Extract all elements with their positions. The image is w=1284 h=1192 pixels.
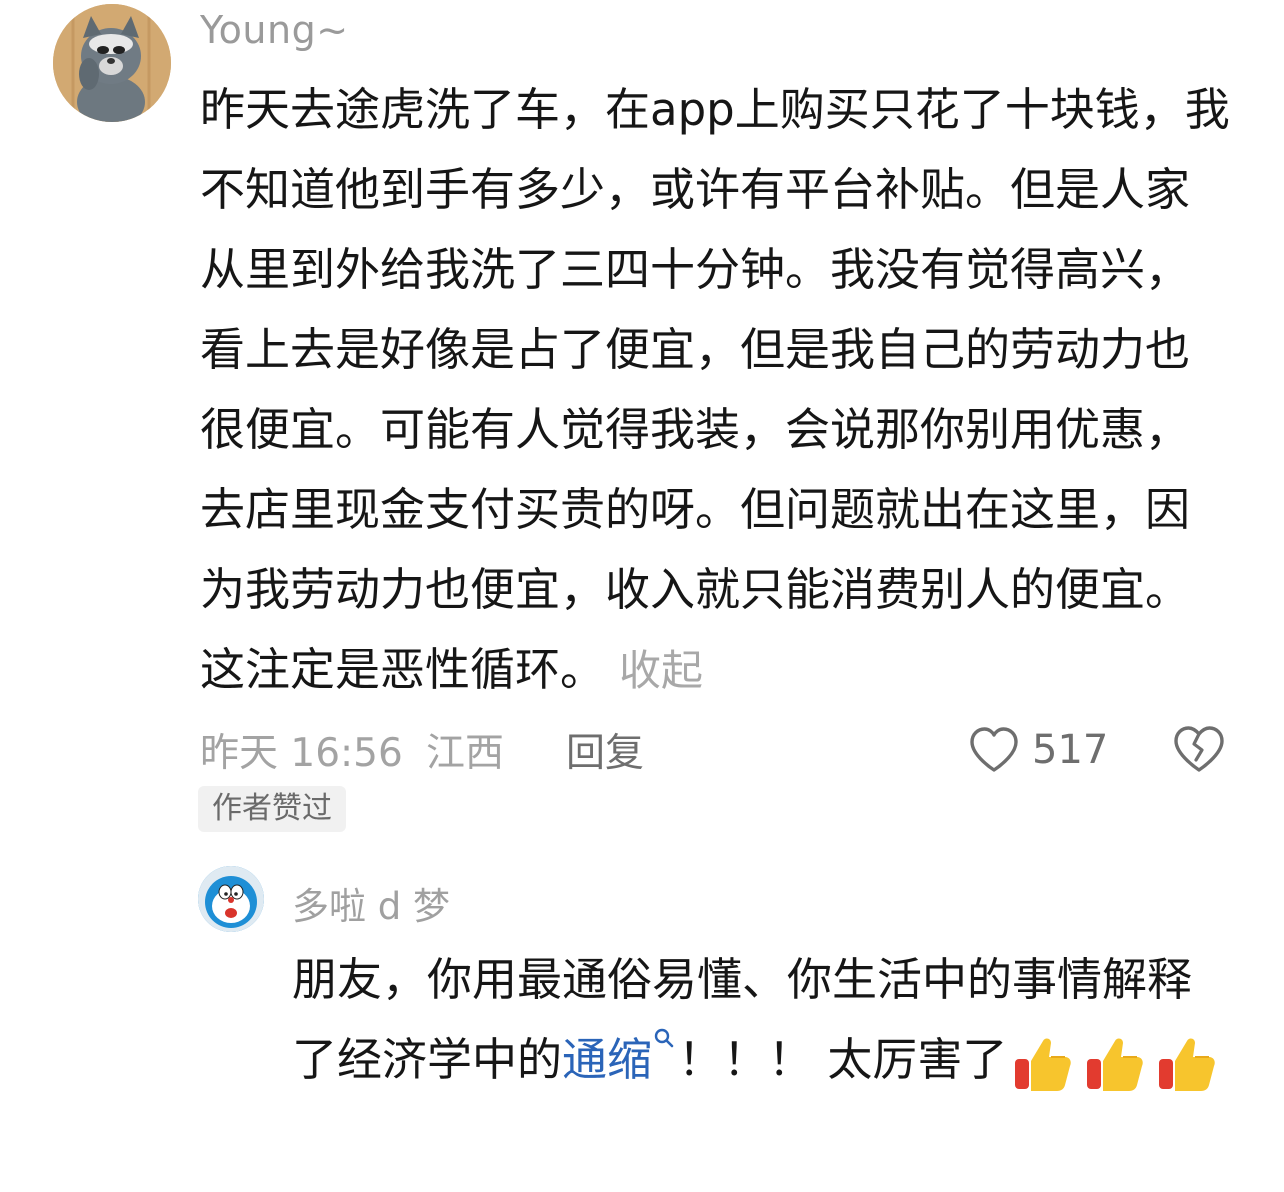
comment-time: 昨天 16:56 [200, 731, 403, 776]
reply-username[interactable]: 多啦 d 梦 [292, 876, 450, 930]
thumbs-up-emoji [1015, 1038, 1072, 1091]
avatar-cartoon-cat-icon [53, 4, 171, 122]
like-button[interactable]: 517 [968, 722, 1108, 778]
avatar-doraemon-icon [198, 866, 264, 932]
reply-button[interactable]: 回复 [566, 722, 644, 778]
heart-outline-icon [970, 727, 1018, 772]
thumbs-up-emoji [1159, 1038, 1216, 1091]
username[interactable]: Young~ [200, 8, 349, 52]
search-keyword-text: 通缩 [562, 1033, 653, 1086]
search-keyword-link[interactable]: 通缩 [562, 1028, 678, 1086]
comment-meta: 昨天 16:56 江西 回复 517 [200, 722, 1240, 778]
search-icon [654, 1028, 674, 1048]
comment-body: 昨天去途虎洗了车，在app上购买只花了十块钱，我不知道他到手有多少，或许有平台补… [200, 83, 1230, 696]
comment-location: 江西 [426, 731, 505, 776]
dislike-button[interactable] [1172, 724, 1226, 784]
reply-text: 朋友，你用最通俗易懂、你生活中的事情解释了经济学中的通缩！！！ 太厉害了 [292, 940, 1232, 1100]
author-liked-badge: 作者赞过 [198, 786, 346, 832]
avatar[interactable] [53, 4, 171, 122]
reply-text-after: ！！！ 太厉害了 [678, 1033, 1008, 1086]
comment-text: 昨天去途虎洗了车，在app上购买只花了十块钱，我不知道他到手有多少，或许有平台补… [200, 70, 1230, 711]
thumbs-up-emoji [1087, 1038, 1144, 1091]
like-count: 517 [1032, 727, 1109, 773]
broken-heart-icon [1174, 726, 1224, 772]
reply-avatar[interactable] [198, 866, 264, 932]
collapse-link[interactable]: 收起 [619, 646, 703, 695]
